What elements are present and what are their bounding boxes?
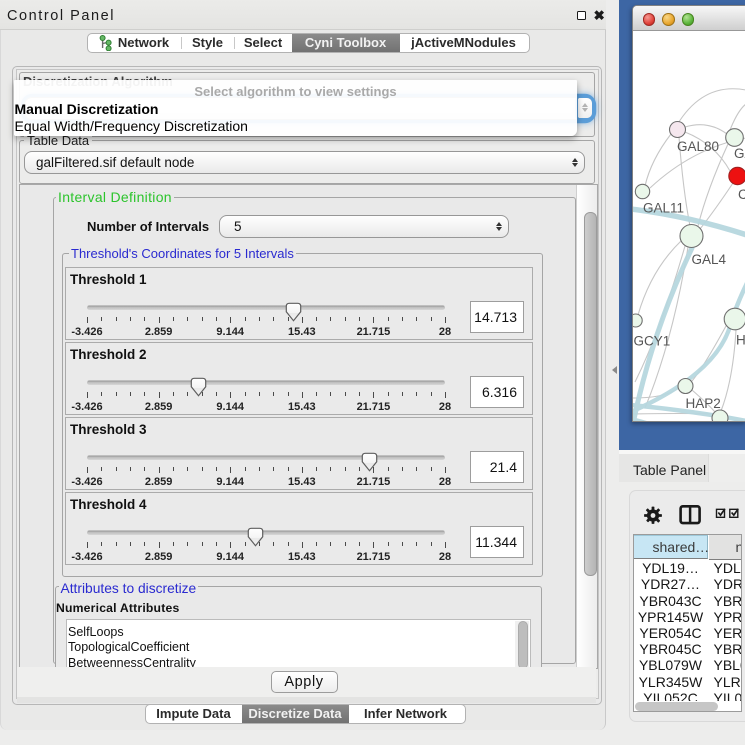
svg-text:GA: GA <box>734 146 745 161</box>
svg-text:GAL80: GAL80 <box>677 139 719 154</box>
svg-text:GAL11: GAL11 <box>643 201 684 216</box>
svg-text:H: H <box>736 333 745 348</box>
svg-text:HAP2: HAP2 <box>686 396 721 411</box>
svg-text:GCY1: GCY1 <box>634 334 671 349</box>
svg-text:C: C <box>738 187 745 202</box>
svg-text:GAL4: GAL4 <box>692 252 727 267</box>
